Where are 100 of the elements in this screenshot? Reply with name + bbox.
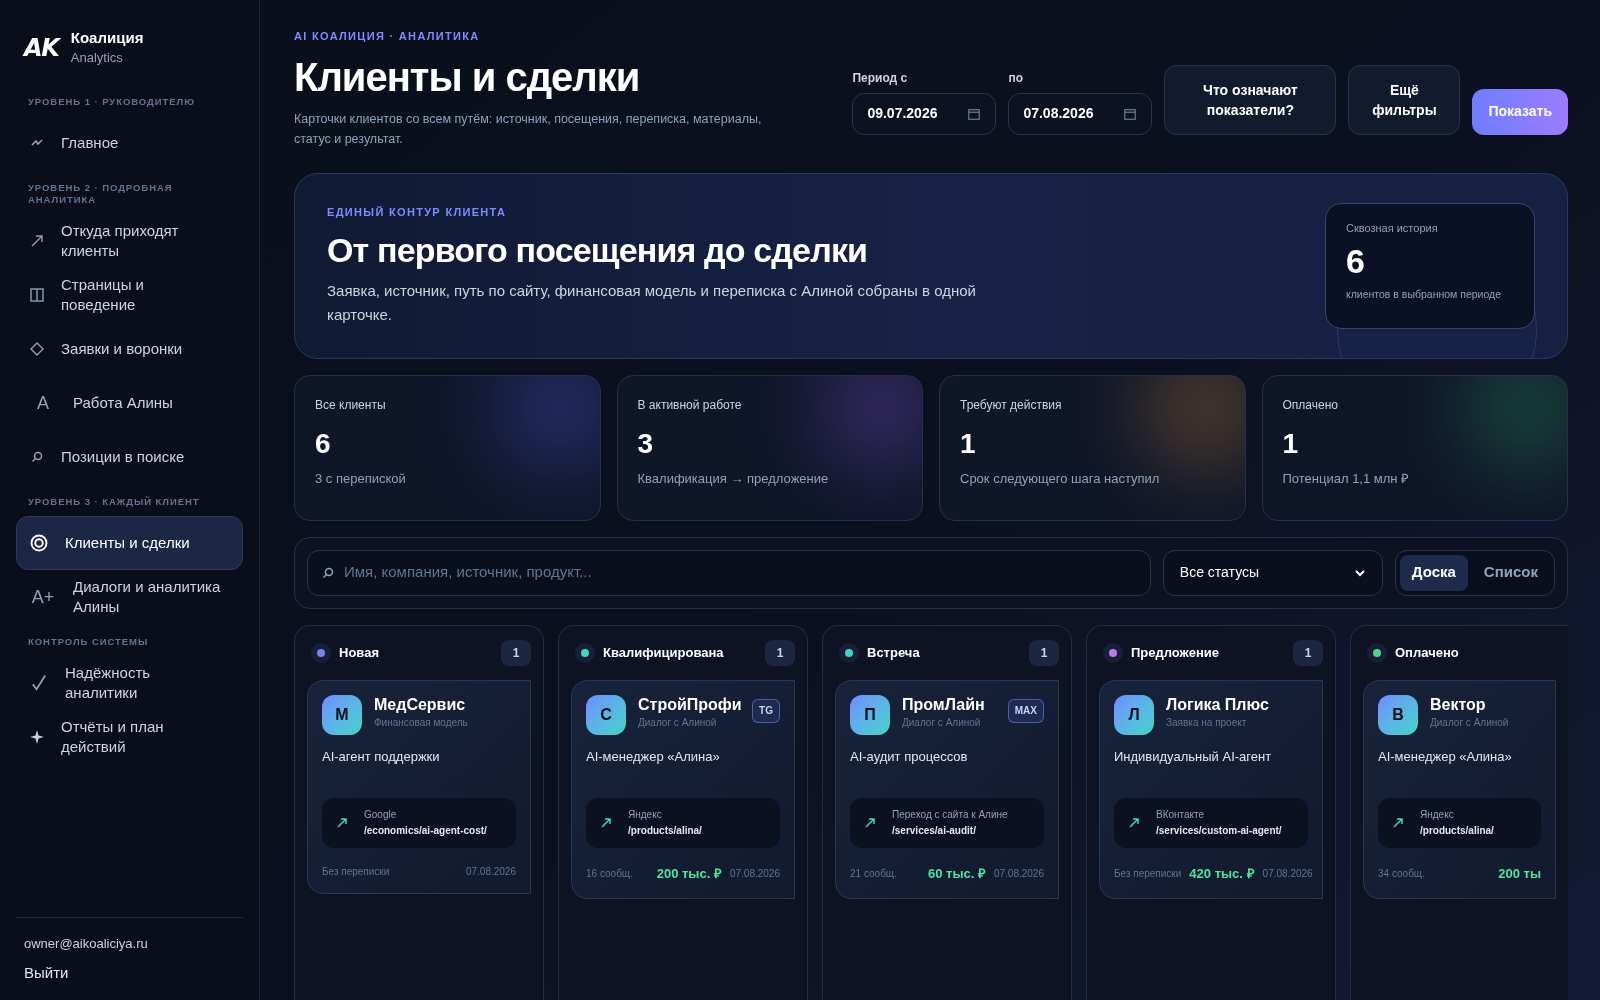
nav-item[interactable]: Отчёты и план действий <box>16 710 243 764</box>
view-tab[interactable]: Список <box>1471 554 1550 591</box>
client-subtitle: Финансовая модель <box>374 715 469 730</box>
metric-value: 1 <box>1282 426 1300 461</box>
source-path: /economics/ai-agent-cost/ <box>364 824 487 838</box>
hero-eyebrow: ЕДИНЫЙ КОНТУР КЛИЕНТА <box>327 205 508 220</box>
column-title: Новая <box>339 643 380 662</box>
card-date: 07.08.2026 <box>1262 867 1313 882</box>
client-avatar: Л <box>1114 694 1154 735</box>
letter-icon: A+ <box>29 583 57 611</box>
message-count: Без переписки <box>1114 867 1182 882</box>
metric-caption: Срок следующего шага наступил <box>960 469 1161 488</box>
client-product: AI-аудит процессов <box>850 747 969 766</box>
message-count: 16 сообщ. <box>586 867 634 882</box>
search-field[interactable]: Имя, компания, источник, продукт... <box>307 549 1151 596</box>
section-heading: УРОВЕНЬ 2 · ПОДРОБНАЯ АНАЛИТИКА <box>27 182 174 206</box>
search-icon <box>29 449 45 465</box>
metric-caption: Потенциал 1,1 млн ₽ <box>1282 469 1411 488</box>
diamond-icon <box>29 341 45 357</box>
deal-amount: 420 тыс. ₽ <box>1189 865 1255 883</box>
nav-item[interactable]: Клиенты и сделки <box>16 516 243 570</box>
count-badge: 1 <box>1293 639 1323 666</box>
source-path: /products/alina/ <box>1420 824 1494 838</box>
client-name: Вектор <box>1430 694 1487 715</box>
client-subtitle: Заявка на проект <box>1166 715 1248 730</box>
header-button[interactable]: Ещё фильтры <box>1348 64 1461 135</box>
brand-name: Коалиция <box>70 28 144 48</box>
message-count: 21 сообщ. <box>850 867 898 882</box>
column-title: Квалифицирована <box>603 643 725 662</box>
calendar-icon <box>1123 106 1138 121</box>
nav-item[interactable]: Надёжность аналитики <box>16 656 243 710</box>
client-avatar: П <box>850 694 890 735</box>
arrow-icon <box>864 817 876 829</box>
view-tab[interactable]: Доска <box>1399 554 1468 591</box>
card-date: 07.08.2026 <box>993 867 1044 882</box>
channel-badge: MAX <box>1007 698 1044 723</box>
source-path: /products/alina/ <box>628 824 702 838</box>
header-button[interactable]: Что означают показатели? <box>1164 64 1337 135</box>
nav-item[interactable]: Главное <box>16 116 243 170</box>
status-select[interactable]: Все статусы <box>1162 549 1383 596</box>
stat-caption: клиентов в выбранном периоде <box>1346 286 1503 302</box>
columns-icon <box>29 287 45 303</box>
client-subtitle: Диалог с Алиной <box>1430 715 1510 730</box>
section-heading: КОНТРОЛЬ СИСТЕМЫ <box>27 636 150 648</box>
brand-subtitle: Analytics <box>70 49 124 67</box>
metric-caption: Квалификация → предложение <box>637 469 830 488</box>
nav-item[interactable]: A Работа Алины <box>16 376 243 430</box>
calendar-icon <box>967 106 982 121</box>
arrow-icon <box>1128 817 1140 829</box>
stat-value: 6 <box>1346 241 1366 282</box>
stat-label: Сквозная история <box>1346 220 1439 236</box>
client-product: AI-менеджер «Алина» <box>586 747 721 766</box>
date-field[interactable]: 07.08.2026 <box>1008 92 1153 135</box>
channel-badge: TG <box>752 698 780 723</box>
eyebrow: AI КОАЛИЦИЯ · АНАЛИТИКА <box>294 29 481 44</box>
nav-item[interactable]: A+ Диалоги и аналитика Алины <box>16 570 243 624</box>
client-product: AI-агент поддержки <box>322 747 441 766</box>
column-title: Оплачено <box>1395 643 1460 662</box>
nav-item[interactable]: Позиции в поиске <box>16 430 243 484</box>
source-name: Переход с сайта к Алине <box>892 808 1008 822</box>
client-name: Логика Плюс <box>1166 694 1270 715</box>
letter-icon: A <box>29 389 57 417</box>
card-date: 07.08.2026 <box>729 867 780 882</box>
message-count: Без переписки <box>322 865 391 879</box>
deal-amount: 200 тыс. ₽ <box>656 865 722 883</box>
client-name: ПромЛайн <box>902 694 986 715</box>
source-name: Google <box>364 808 398 822</box>
arrow-icon <box>336 817 348 829</box>
column-title: Предложение <box>1131 643 1220 662</box>
arrow-icon <box>1392 817 1404 829</box>
card-date: 07.08.2026 <box>465 865 516 879</box>
metric-value: 6 <box>315 426 332 461</box>
metric-label: В активной работе <box>637 396 743 414</box>
brand-logo: AK <box>24 33 59 64</box>
page-description: Карточки клиентов со всем путём: источник, посещения, переписка, материалы, статус и результат. <box>294 110 763 148</box>
client-product: Индивидуальный AI-агент <box>1114 747 1273 766</box>
metric-label: Оплачено <box>1282 396 1339 414</box>
metric-caption: 3 с перепиской <box>315 469 407 488</box>
section-heading: УРОВЕНЬ 3 · КАЖДЫЙ КЛИЕНТ <box>27 496 201 508</box>
client-card[interactable]: В Вектор Диалог с Алиной AI-менеджер «Алина» Яндекс /products/alina/ 34 сообщ. 200 ты <box>1363 679 1556 899</box>
client-card[interactable]: М МедСервис Финансовая модель AI-агент поддержки Google /economics/ai-agent-cost/ Без переписки 07.08.2026 <box>307 679 531 894</box>
client-card[interactable]: С СтройПрофи Диалог с Алиной TG AI-менеджер «Алина» Яндекс /products/alina/ 16 сообщ. 200 тыс. ₽ 07.08.2026 <box>571 679 795 899</box>
client-card[interactable]: П ПромЛайн Диалог с Алиной MAX AI-аудит процессов Переход с сайта к Алине /services/ai-audit/ 21 сообщ. 60 тыс. ₽ 07.08.2026 <box>835 679 1059 899</box>
client-subtitle: Диалог с Алиной <box>902 715 982 730</box>
client-subtitle: Диалог с Алиной <box>638 715 718 730</box>
date-field[interactable]: 09.07.2026 <box>852 92 997 135</box>
nav-item[interactable]: Заявки и воронки <box>16 322 243 376</box>
client-card[interactable]: Л Логика Плюс Заявка на проект Индивидуальный AI-агент ВКонтакте /services/custom-ai-agent/ Без переписки 420 тыс. ₽ 07.08.2026 <box>1099 679 1323 899</box>
target-icon <box>29 533 49 553</box>
nav-item[interactable]: Откуда приходят клиенты <box>16 214 243 268</box>
arrow-icon <box>600 817 612 829</box>
date-label: по <box>1008 69 1024 87</box>
metric-label: Требуют действия <box>960 396 1063 414</box>
search-input[interactable]: Имя, компания, источник, продукт... <box>344 561 1138 584</box>
count-badge: 1 <box>501 639 531 666</box>
page-title: Клиенты и сделки <box>294 53 641 101</box>
source-path: /services/custom-ai-agent/ <box>1156 824 1282 838</box>
section-heading: УРОВЕНЬ 1 · РУКОВОДИТЕЛЮ <box>27 96 196 108</box>
nav-item[interactable]: Страницы и поведение <box>16 268 243 322</box>
logout-link[interactable]: Выйти <box>24 961 235 984</box>
